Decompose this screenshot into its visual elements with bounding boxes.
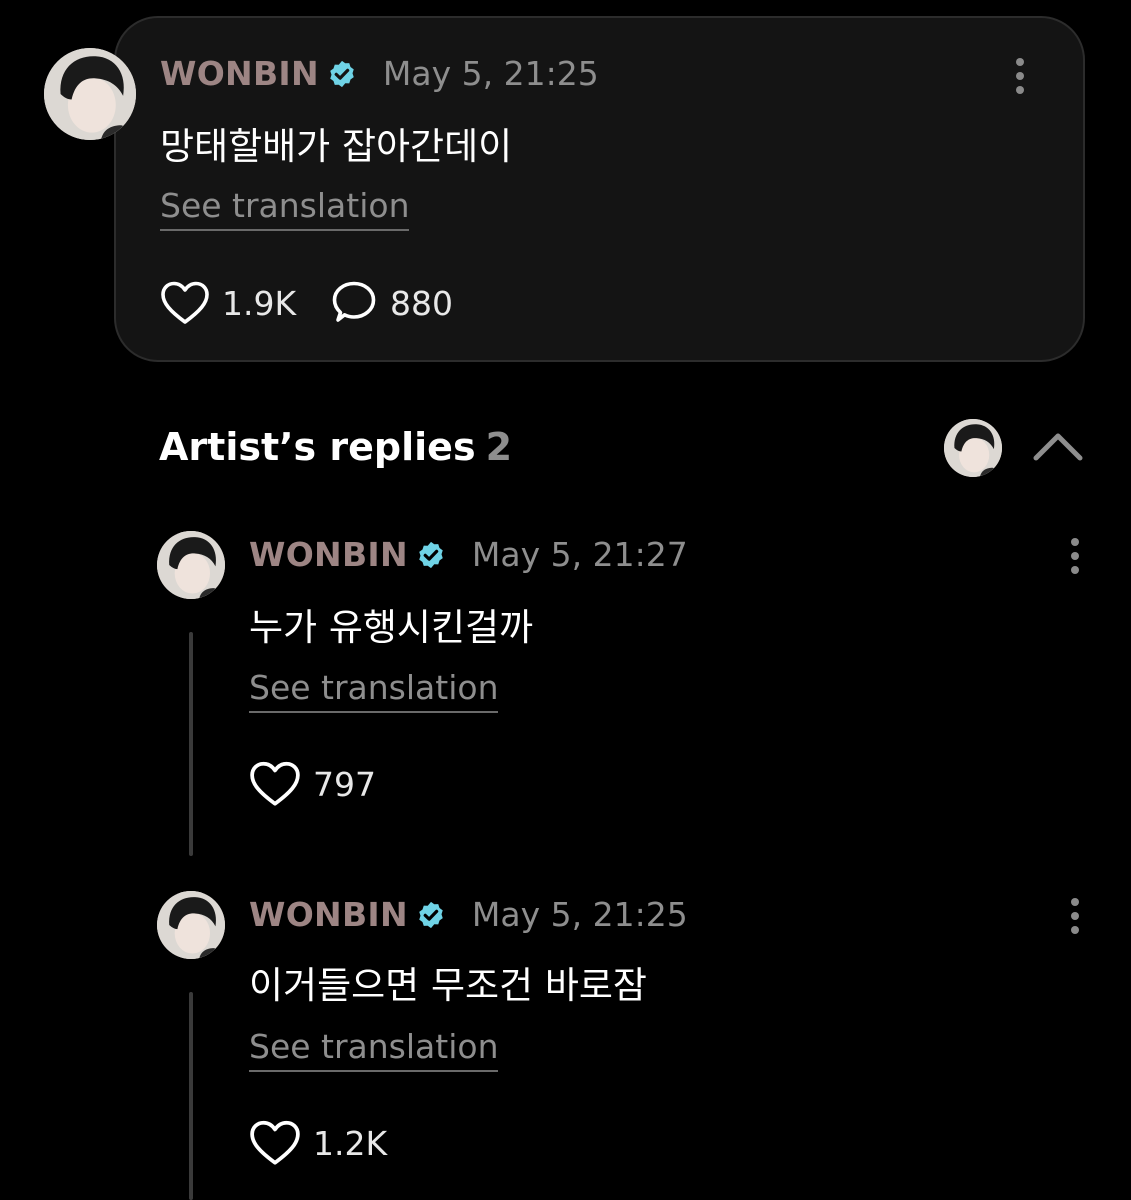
reply-text: 누가 유행시킨걸까 [249,606,534,649]
reply-author-avatar[interactable] [157,891,225,959]
post-comment-count: 880 [390,283,453,323]
avatar-photo [157,891,225,959]
heart-outline-icon [161,281,209,324]
reply-more-menu-icon[interactable] [1065,894,1085,938]
post-author-row: WONBIN May 5, 21:25 [160,54,599,93]
reply-author-row: WONBIN May 5, 21:27 [249,535,688,574]
post-more-menu-icon[interactable] [1010,54,1030,98]
post-see-translation-link[interactable]: See translation [160,186,410,231]
post-like-button[interactable]: 1.9K [160,280,296,326]
reply-like-button[interactable]: 1.2K [249,1119,387,1167]
artist-replies-title: Artist’s replies [159,425,476,469]
chevron-up-icon[interactable] [1032,430,1084,462]
verified-badge-icon [327,59,357,89]
post-author-name[interactable]: WONBIN [160,54,319,93]
reply-thread-line [189,992,193,1200]
heart-outline-icon [250,761,300,806]
reply-more-menu-icon[interactable] [1065,534,1085,578]
heart-outline-icon [250,1120,300,1165]
reply-thread-line [189,632,193,856]
artist-replies-heading: Artist’s replies 2 [159,425,512,469]
avatar-photo [157,531,225,599]
speech-bubble-icon [332,281,376,322]
post-comment-button[interactable]: 880 [330,280,453,326]
reply-author-name[interactable]: WONBIN [249,895,408,934]
reply-like-count: 1.2K [313,1123,388,1163]
post-like-count: 1.9K [222,283,297,323]
reply-see-translation-link[interactable]: See translation [249,668,499,713]
artist-replies-count: 2 [485,425,513,469]
reply-see-translation-link[interactable]: See translation [249,1027,499,1072]
post-timestamp: May 5, 21:25 [382,54,599,93]
reply-like-count: 797 [313,764,376,804]
reply-like-button[interactable]: 797 [249,760,376,808]
avatar-photo [944,419,1002,477]
verified-badge-icon [416,900,446,930]
post-detail-page: WONBIN May 5, 21:25 망태할배가 잡아간데이 See tran… [0,0,1131,1200]
verified-badge-icon [416,540,446,570]
reply-text: 이거들으면 무조건 바로잠 [249,964,647,1007]
reply-author-avatar[interactable] [157,531,225,599]
avatar-photo [44,48,136,140]
post-text: 망태할배가 잡아간데이 [160,125,513,168]
replies-artist-avatar[interactable] [944,419,1002,477]
reply-author-name[interactable]: WONBIN [249,535,408,574]
reply-timestamp: May 5, 21:27 [471,535,688,574]
post-author-avatar[interactable] [44,48,136,140]
main-post-card: WONBIN May 5, 21:25 망태할배가 잡아간데이 See tran… [114,16,1085,362]
reply-timestamp: May 5, 21:25 [471,895,688,934]
reply-author-row: WONBIN May 5, 21:25 [249,895,688,934]
